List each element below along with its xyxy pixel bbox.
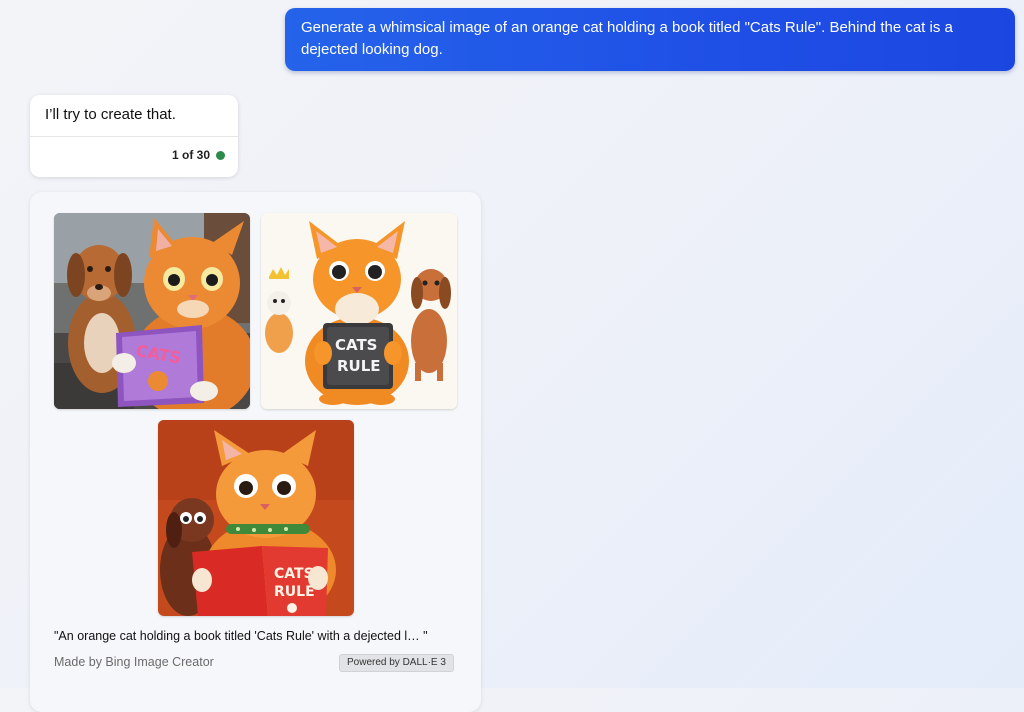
svg-text:CATS: CATS xyxy=(274,566,314,582)
turn-counter-text: 1 of 30 xyxy=(171,148,210,162)
divider xyxy=(30,136,238,137)
generated-image-1[interactable]: CATS xyxy=(54,213,250,409)
bot-reply-text: I’ll try to create that. xyxy=(45,106,176,123)
generated-image-2[interactable]: CATS RULE xyxy=(261,213,457,409)
user-message-bubble: Generate a whimsical image of an orange … xyxy=(285,8,1015,71)
svg-text:RULE: RULE xyxy=(337,357,381,375)
user-message-text: Generate a whimsical image of an orange … xyxy=(301,19,953,58)
bot-reply-card: I’ll try to create that. 1 of 30 xyxy=(30,95,238,177)
powered-by-badge: Powered by DALL·E 3 xyxy=(339,654,454,672)
image-caption: "An orange cat holding a book titled 'Ca… xyxy=(54,629,428,643)
image-result-card: CATS CATS RULE CATS RULE "An orange cat … xyxy=(30,192,481,712)
svg-text:RULE: RULE xyxy=(274,584,315,600)
turn-counter: 1 of 30 xyxy=(172,148,225,162)
svg-text:CATS: CATS xyxy=(335,336,378,354)
made-by-label[interactable]: Made by Bing Image Creator xyxy=(54,655,214,669)
status-dot-icon xyxy=(216,150,225,160)
generated-image-3[interactable]: CATS RULE xyxy=(158,420,354,616)
